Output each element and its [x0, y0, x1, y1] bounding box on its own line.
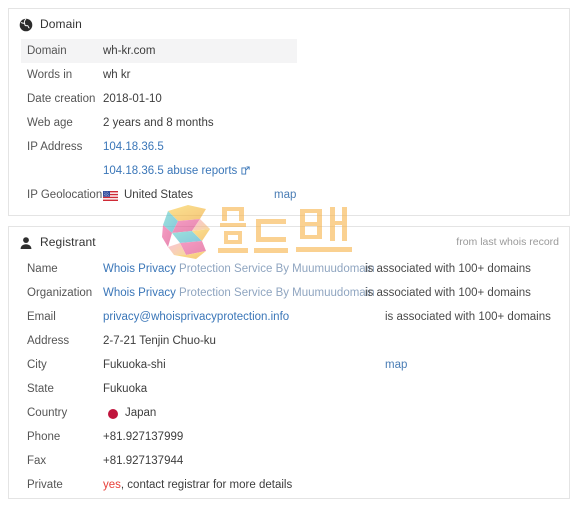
associated-domains-note: is associated with 100+ domains: [365, 263, 531, 275]
table-row-country: Country Japan: [9, 401, 569, 425]
registrant-card-title: Registrant: [40, 235, 96, 249]
table-row-domain: Domain wh-kr.com: [9, 39, 569, 63]
user-icon: [19, 236, 33, 250]
registrant-card-header: Registrant from last whois record: [9, 227, 569, 257]
registrant-name-link[interactable]: Whois Privacy: [103, 263, 176, 275]
map-link-city[interactable]: map: [385, 359, 407, 371]
row-value-address: 2-7-21 Tenjin Chuo-ku: [103, 335, 216, 347]
registrant-organization-suffix: Protection Service By Muumuudomain: [175, 287, 375, 299]
whois-report-page: Domain Domain wh-kr.com Words in wh kr D…: [0, 0, 579, 507]
table-row-ip-geolocation: IP Geolocation United States map: [9, 183, 569, 207]
table-row-phone: Phone +81.927137999: [9, 425, 569, 449]
registrant-rows: Name Whois Privacy Protection Service By…: [9, 257, 569, 497]
globe-icon: [19, 18, 33, 32]
table-row-private: Private yes, contact registrar for more …: [9, 473, 569, 497]
row-value-words-in: wh kr: [103, 69, 131, 81]
row-label: Organization: [27, 287, 93, 299]
external-link-icon: [241, 166, 250, 175]
row-label: City: [27, 359, 47, 371]
registrant-organization-link[interactable]: Whois Privacy: [103, 287, 176, 299]
row-label: Country: [27, 407, 68, 419]
domain-card-header: Domain: [9, 9, 569, 39]
row-label: Domain: [27, 45, 67, 57]
table-row-city: City Fukuoka-shi map: [9, 353, 569, 377]
map-link-geolocation[interactable]: map: [274, 189, 296, 201]
row-value-phone: +81.927137999: [103, 431, 184, 443]
registrant-email-link[interactable]: privacy@whoisprivacyprotection.info: [103, 311, 289, 323]
row-label: Fax: [27, 455, 47, 467]
table-row-abuse-reports: 104.18.36.5 abuse reports: [9, 159, 569, 183]
flag-japan-icon: [108, 408, 118, 419]
ip-address-link[interactable]: 104.18.36.5: [103, 141, 164, 153]
table-row-organization: Organization Whois Privacy Protection Se…: [9, 281, 569, 305]
row-value-date-creation: 2018-01-10: [103, 93, 162, 105]
row-value-domain: wh-kr.com: [103, 45, 156, 57]
row-value-city: Fukuoka-shi: [103, 359, 166, 371]
table-row-web-age: Web age 2 years and 8 months: [9, 111, 569, 135]
domain-card: Domain Domain wh-kr.com Words in wh kr D…: [8, 8, 570, 216]
row-value-ip-geolocation: United States: [124, 189, 194, 201]
table-row-email: Email privacy@whoisprivacyprotection.inf…: [9, 305, 569, 329]
domain-card-title: Domain: [40, 17, 82, 31]
domain-rows: Domain wh-kr.com Words in wh kr Date cre…: [9, 39, 569, 207]
row-value-state: Fukuoka: [103, 383, 148, 395]
row-label: Private: [27, 479, 63, 491]
row-value-fax: +81.927137944: [103, 455, 184, 467]
table-row-words-in: Words in wh kr: [9, 63, 569, 87]
table-row-address: Address 2-7-21 Tenjin Chuo-ku: [9, 329, 569, 353]
row-label: Web age: [27, 117, 73, 129]
row-label: IP Geolocation: [27, 189, 103, 201]
table-row-ip-address: IP Address 104.18.36.5: [9, 135, 569, 159]
table-row-fax: Fax +81.927137944: [9, 449, 569, 473]
row-label: Date creation: [27, 93, 96, 105]
whois-record-note: from last whois record: [456, 236, 559, 248]
row-label: Phone: [27, 431, 61, 443]
registrant-name-suffix: Protection Service By Muumuudomain: [175, 263, 375, 275]
row-label: State: [27, 383, 54, 395]
row-label: Words in: [27, 69, 73, 81]
abuse-reports-link[interactable]: 104.18.36.5 abuse reports: [103, 165, 237, 177]
table-row-date-creation: Date creation 2018-01-10: [9, 87, 569, 111]
row-label: Name: [27, 263, 58, 275]
flag-united-states-icon: [103, 190, 118, 201]
associated-domains-note: is associated with 100+ domains: [365, 287, 531, 299]
associated-domains-note: is associated with 100+ domains: [385, 311, 551, 323]
table-row-name: Name Whois Privacy Protection Service By…: [9, 257, 569, 281]
registrant-card: Registrant from last whois record Name W…: [8, 226, 570, 499]
table-row-state: State Fukuoka: [9, 377, 569, 401]
row-value-country: Japan: [125, 407, 157, 419]
row-value-web-age: 2 years and 8 months: [103, 117, 214, 129]
row-label: IP Address: [27, 141, 83, 153]
private-status-badge: yes: [103, 479, 121, 491]
row-label: Email: [27, 311, 56, 323]
private-status-note: , contact registrar for more details: [120, 479, 293, 491]
row-label: Address: [27, 335, 70, 347]
